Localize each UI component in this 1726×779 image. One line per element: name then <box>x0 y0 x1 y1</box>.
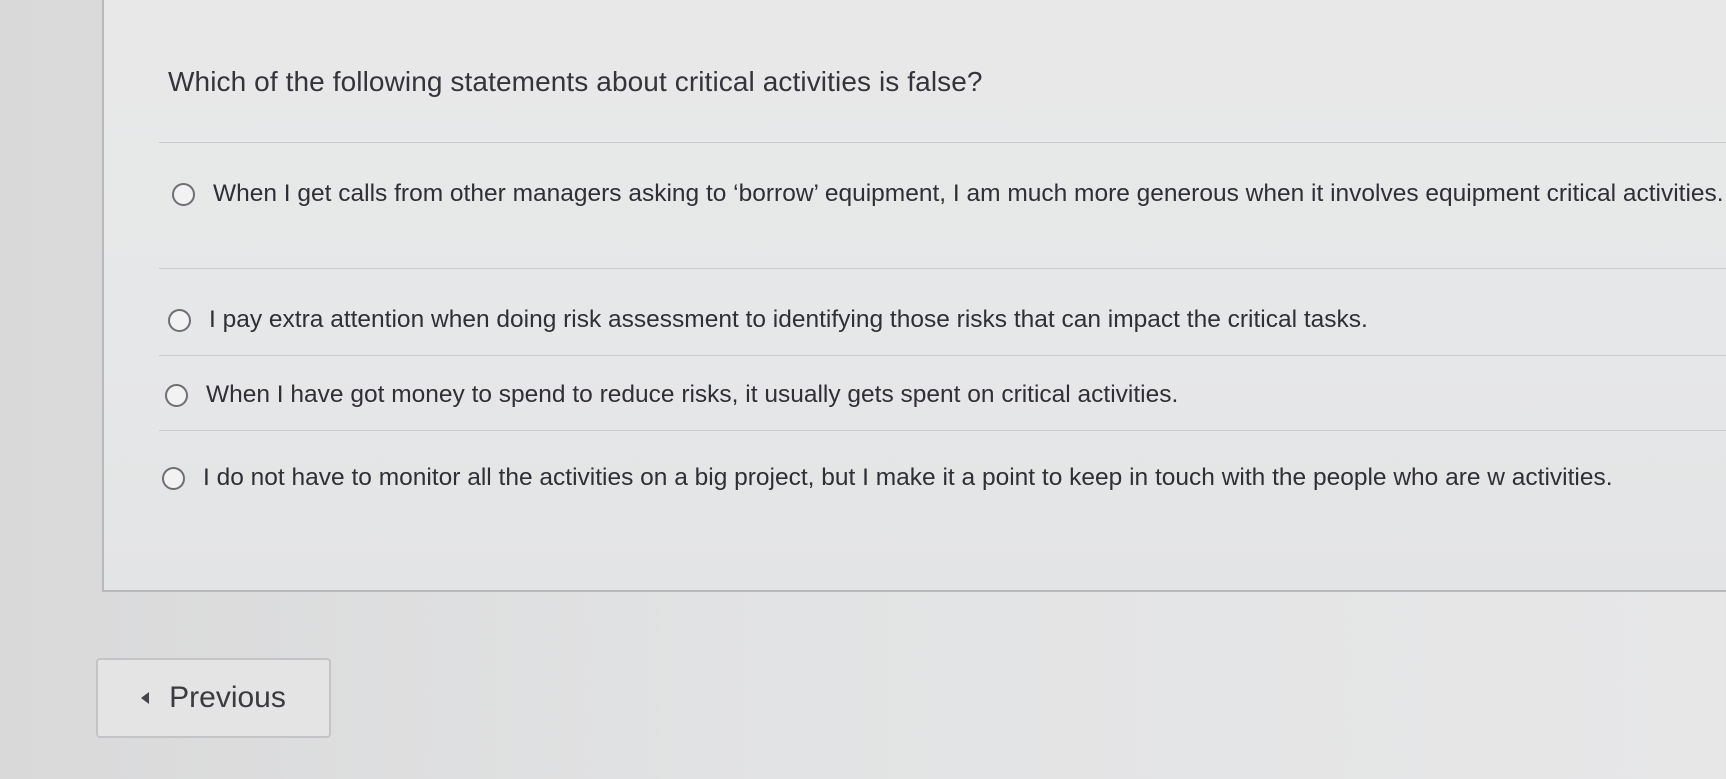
option-label: When I have got money to spend to reduce… <box>206 381 1179 408</box>
radio-button[interactable] <box>165 384 188 407</box>
divider <box>159 430 1726 431</box>
previous-label: Previous <box>169 681 286 714</box>
radio-button[interactable] <box>168 309 191 332</box>
radio-button[interactable] <box>162 467 185 490</box>
divider <box>159 355 1726 356</box>
question-text: Which of the following statements about … <box>168 66 983 97</box>
answer-option-2[interactable]: I pay extra attention when doing risk as… <box>168 303 1726 336</box>
option-label: I pay extra attention when doing risk as… <box>209 306 1368 333</box>
divider <box>159 268 1726 269</box>
caret-left-icon <box>141 692 150 704</box>
answer-option-3[interactable]: When I have got money to spend to reduce… <box>165 378 1725 411</box>
previous-button[interactable]: Previous <box>96 658 331 738</box>
answer-option-1[interactable]: When I get calls from other managers ask… <box>172 177 1726 210</box>
question-card: Which of the following statements about … <box>102 0 1726 592</box>
divider <box>159 142 1726 143</box>
radio-button[interactable] <box>172 183 195 206</box>
option-label: I do not have to monitor all the activit… <box>203 464 1613 491</box>
option-label: When I get calls from other managers ask… <box>213 180 1724 207</box>
answer-option-4[interactable]: I do not have to monitor all the activit… <box>162 461 1722 494</box>
